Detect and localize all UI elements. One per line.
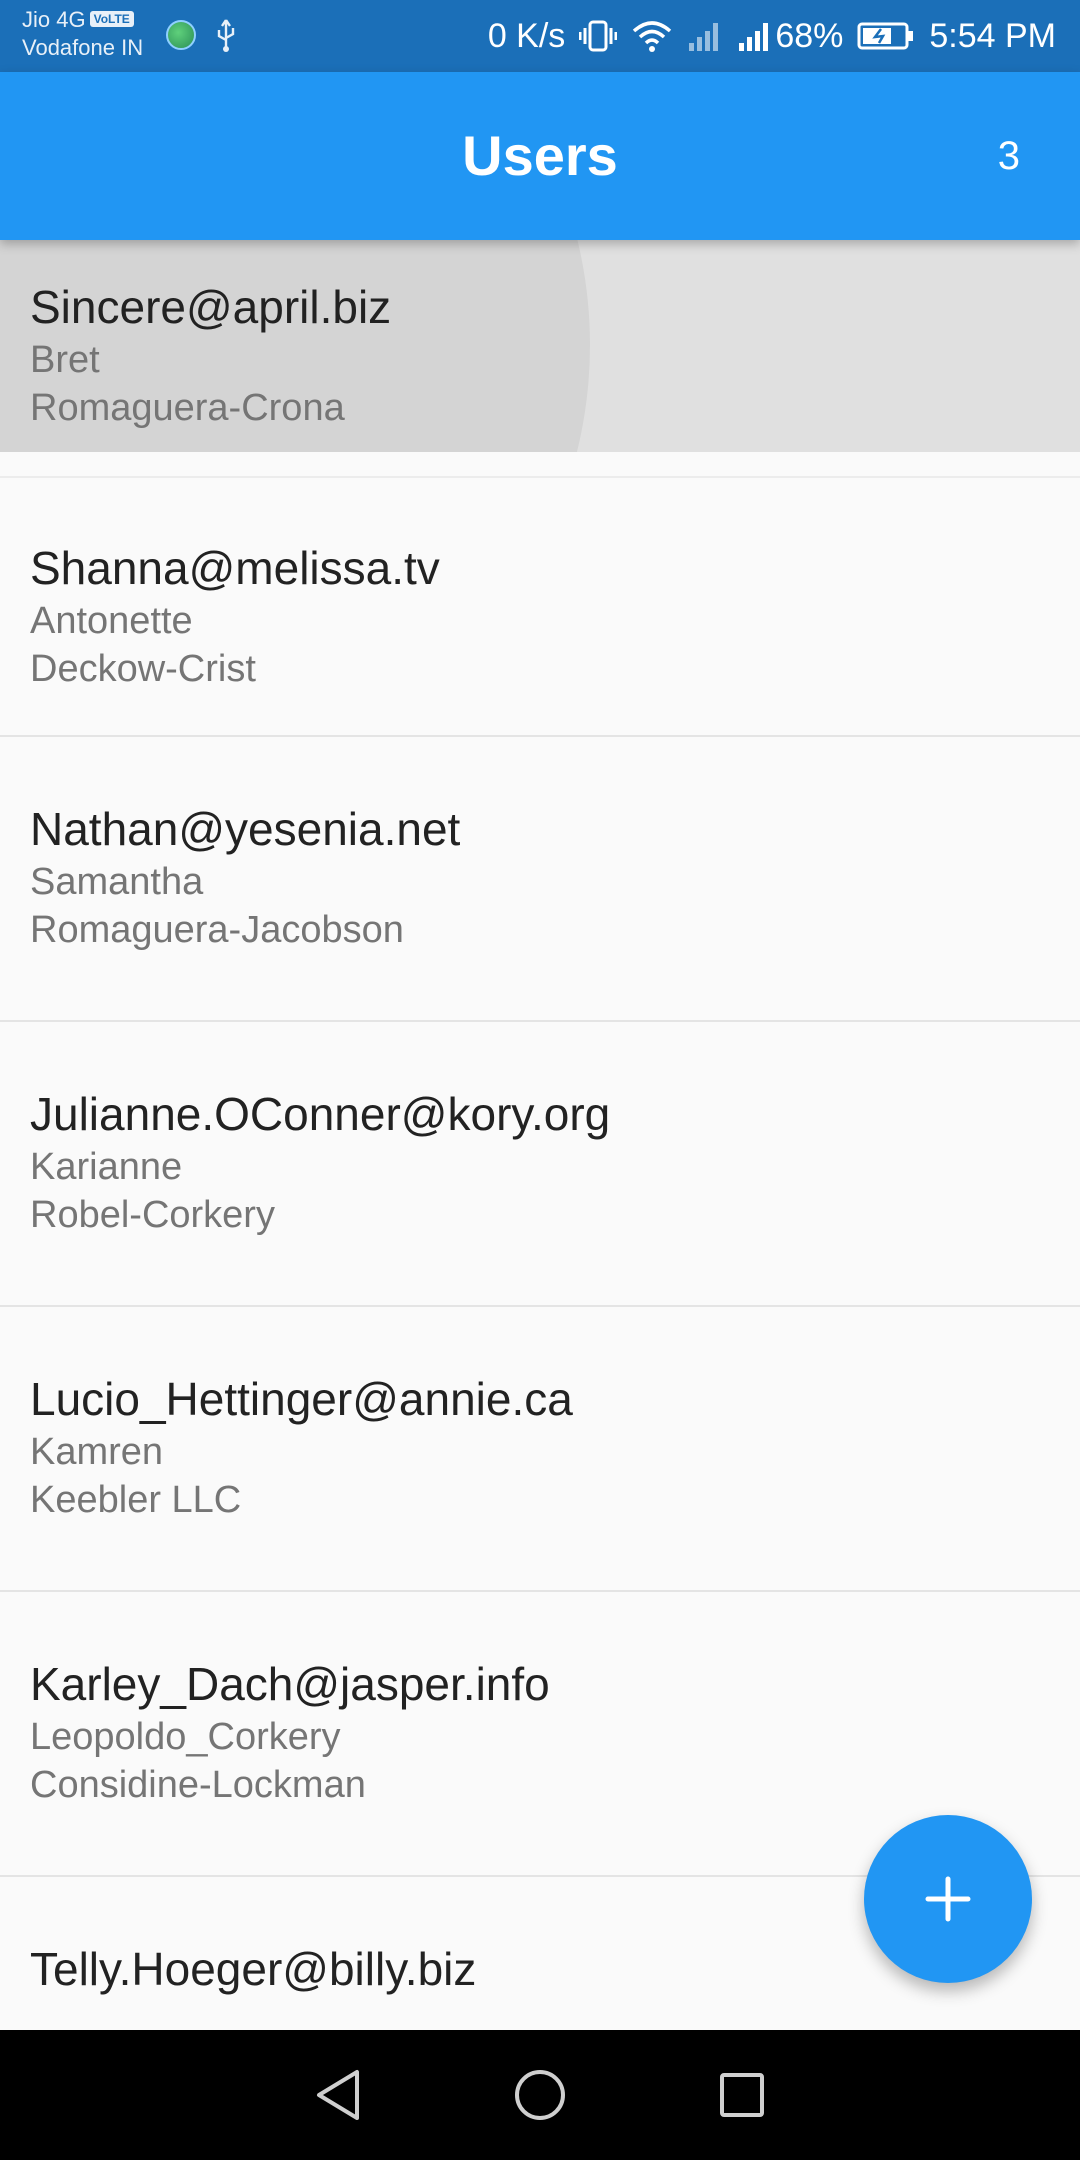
app-bar: Users 3 [0,72,1080,240]
plus-icon [925,1876,971,1922]
vibrate-icon [579,20,618,52]
wifi-icon [633,21,672,52]
user-company: Romaguera-Crona [30,387,345,429]
home-circle-icon [515,2070,565,2120]
user-count-badge: 3 [997,134,1020,178]
signal-icon-2 [739,23,769,51]
nav-back-button[interactable] [313,2068,363,2122]
user-email: Telly.Hoeger@billy.biz [30,1943,477,1995]
add-user-button[interactable] [864,1815,1032,1983]
user-username: Antonette [30,600,193,642]
user-company: Romaguera-Jacobson [30,909,404,951]
user-email: Nathan@yesenia.net [30,803,461,855]
user-email: Shanna@melissa.tv [30,542,440,594]
globe-icon [166,20,196,50]
list-item[interactable]: Nathan@yesenia.net Samantha Romaguera-Ja… [0,737,1080,1022]
page-title: Users [462,124,618,187]
user-company: Robel-Corkery [30,1194,275,1236]
network-speed: 0 K/s [487,17,566,55]
user-email: Karley_Dach@jasper.info [30,1658,550,1710]
user-username: Bret [30,339,100,381]
volte-badge: VoLTE [89,11,134,27]
status-right-icons: 0 K/s 68% 5:54 PM [488,14,1056,58]
user-username: Karianne [30,1146,183,1188]
status-bar: Jio 4G VoLTE Vodafone IN 0 K/s 68% 5:54 … [0,0,1080,72]
user-email: Julianne.OConner@kory.org [30,1088,611,1140]
user-company: Deckow-Crist [30,648,256,690]
carrier-1-label: Jio 4G [22,7,86,32]
user-company: Considine-Lockman [30,1764,366,1806]
user-list[interactable]: Sincere@april.biz Bret Romaguera-Crona S… [0,240,1080,2030]
user-username: Samantha [30,861,204,903]
recents-square-icon [720,2073,764,2117]
battery-percent: 68% [775,17,844,55]
carrier-info: Jio 4G VoLTE Vodafone IN [22,6,143,62]
system-nav-bar [0,2030,1080,2160]
user-username: Kamren [30,1431,164,1473]
user-company: Keebler LLC [30,1479,242,1521]
status-left-icons [166,18,238,52]
clock: 5:54 PM [929,17,1056,55]
user-username: Leopoldo_Corkery [30,1716,341,1758]
nav-home-button[interactable] [513,2068,567,2122]
signal-icon-1 [689,23,719,51]
list-item[interactable]: Sincere@april.biz Bret Romaguera-Crona [0,240,1080,476]
battery-icon [857,22,914,50]
usb-icon [217,19,235,52]
list-item[interactable]: Julianne.OConner@kory.org Karianne Robel… [0,1022,1080,1307]
list-item[interactable]: Lucio_Hettinger@annie.ca Kamren Keebler … [0,1307,1080,1592]
back-triangle-icon [317,2070,359,2120]
nav-recents-button[interactable] [717,2070,767,2120]
list-item[interactable]: Shanna@melissa.tv Antonette Deckow-Crist [0,476,1080,737]
carrier-2-label: Vodafone IN [22,35,144,60]
user-email: Lucio_Hettinger@annie.ca [30,1373,573,1425]
user-email: Sincere@april.biz [30,281,392,333]
